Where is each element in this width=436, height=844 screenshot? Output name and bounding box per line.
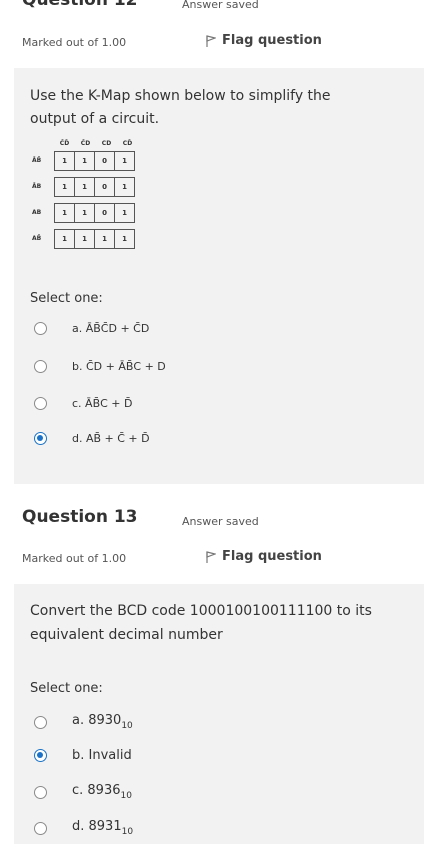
q13-option-b[interactable]: b. Invalid [34,748,132,763]
option-label: d. AB̄ + C̄ + D̄ [72,432,150,445]
q12-option-d[interactable]: d. AB̄ + C̄ + D̄ [34,432,150,445]
q12-option-c[interactable]: c. ĀB̄C + D̄ [34,397,132,410]
kmap-cell: 1 [54,177,75,197]
option-label: b. C̄D + ĀB̄C + D [72,360,166,373]
question-12-status: Answer saved [182,0,259,11]
radio-button[interactable] [34,322,47,335]
question-13-flag-button[interactable]: Flag question [206,549,322,564]
option-label: c. ĀB̄C + D̄ [72,397,133,410]
kmap-cell: 1 [114,229,135,249]
kmap-col-header: CD̄ [122,140,133,147]
radio-button[interactable] [34,715,47,729]
kmap-cell: 1 [114,151,135,171]
flag-icon [206,34,218,47]
question-13-select-label: Select one: [30,681,103,696]
kmap-cell: 1 [114,177,135,197]
flag-label: Flag question [222,33,322,48]
kmap-row-header: AB [32,209,42,216]
kmap-row-header: ĀB̄ [32,157,42,164]
question-12-marks: Marked out of 1.00 [22,36,127,49]
option-label: b. Invalid [72,748,132,763]
radio-button[interactable] [34,360,47,373]
option-label: a. 893010 [72,713,133,731]
kmap-cell: 1 [74,151,95,171]
question-12-select-label: Select one: [30,291,103,306]
q13-option-c[interactable]: c. 893610 [34,783,132,801]
radio-button[interactable] [34,397,47,410]
flag-label: Flag question [222,549,322,564]
question-13-status: Answer saved [182,515,259,528]
q12-option-b[interactable]: b. C̄D + ĀB̄C + D [34,360,166,373]
kmap-col-header: C̄D̄ [59,140,70,147]
question-12-flag-button[interactable]: Flag question [206,33,322,48]
kmap-cell: 1 [74,177,95,197]
kmap-cell: 0 [94,203,115,223]
q13-option-d[interactable]: d. 893110 [34,819,133,837]
option-label: d. 893110 [72,819,134,837]
question-13-marks: Marked out of 1.00 [22,552,127,565]
flag-icon [206,550,218,563]
q13-option-a[interactable]: a. 893010 [34,713,133,731]
kmap-cell: 1 [94,229,115,249]
radio-button-selected[interactable] [34,749,47,762]
kmap-cell: 1 [54,203,75,223]
question-12-text-line1: Use the K-Map shown below to simplify th… [30,88,331,104]
kmap-col-header: C̄D [80,140,91,147]
question-12-text-line2: output of a circuit. [30,111,160,127]
q12-option-a[interactable]: a. ĀB̄C̄D + C̄D [34,322,149,335]
question-13-title: Question 13 [22,507,138,527]
radio-button-selected[interactable] [34,432,47,445]
kmap-cell: 1 [74,229,95,249]
kmap: C̄D̄ C̄D CD CD̄ ĀB̄ ĀB AB AB̄ 1101 1101 … [32,140,138,249]
radio-button[interactable] [34,821,47,835]
kmap-cell: 1 [74,203,95,223]
radio-button[interactable] [34,785,47,799]
kmap-cell: 1 [54,151,75,171]
kmap-cell: 1 [54,229,75,249]
kmap-cell: 0 [94,177,115,197]
kmap-cell: 1 [114,203,135,223]
option-label: a. ĀB̄C̄D + C̄D [72,322,150,335]
kmap-row-header: ĀB [32,183,42,190]
kmap-grid: 1101 1101 1101 1111 [54,151,135,249]
kmap-col-header: CD [101,140,112,147]
question-12-title: Question 12 [22,0,138,10]
kmap-row-header: AB̄ [32,235,42,242]
question-13-text-line1: Convert the BCD code 1000100100111100 to… [30,603,372,619]
option-label: c. 893610 [72,783,132,801]
question-13-text-line2: equivalent decimal number [30,627,223,643]
kmap-cell: 0 [94,151,115,171]
